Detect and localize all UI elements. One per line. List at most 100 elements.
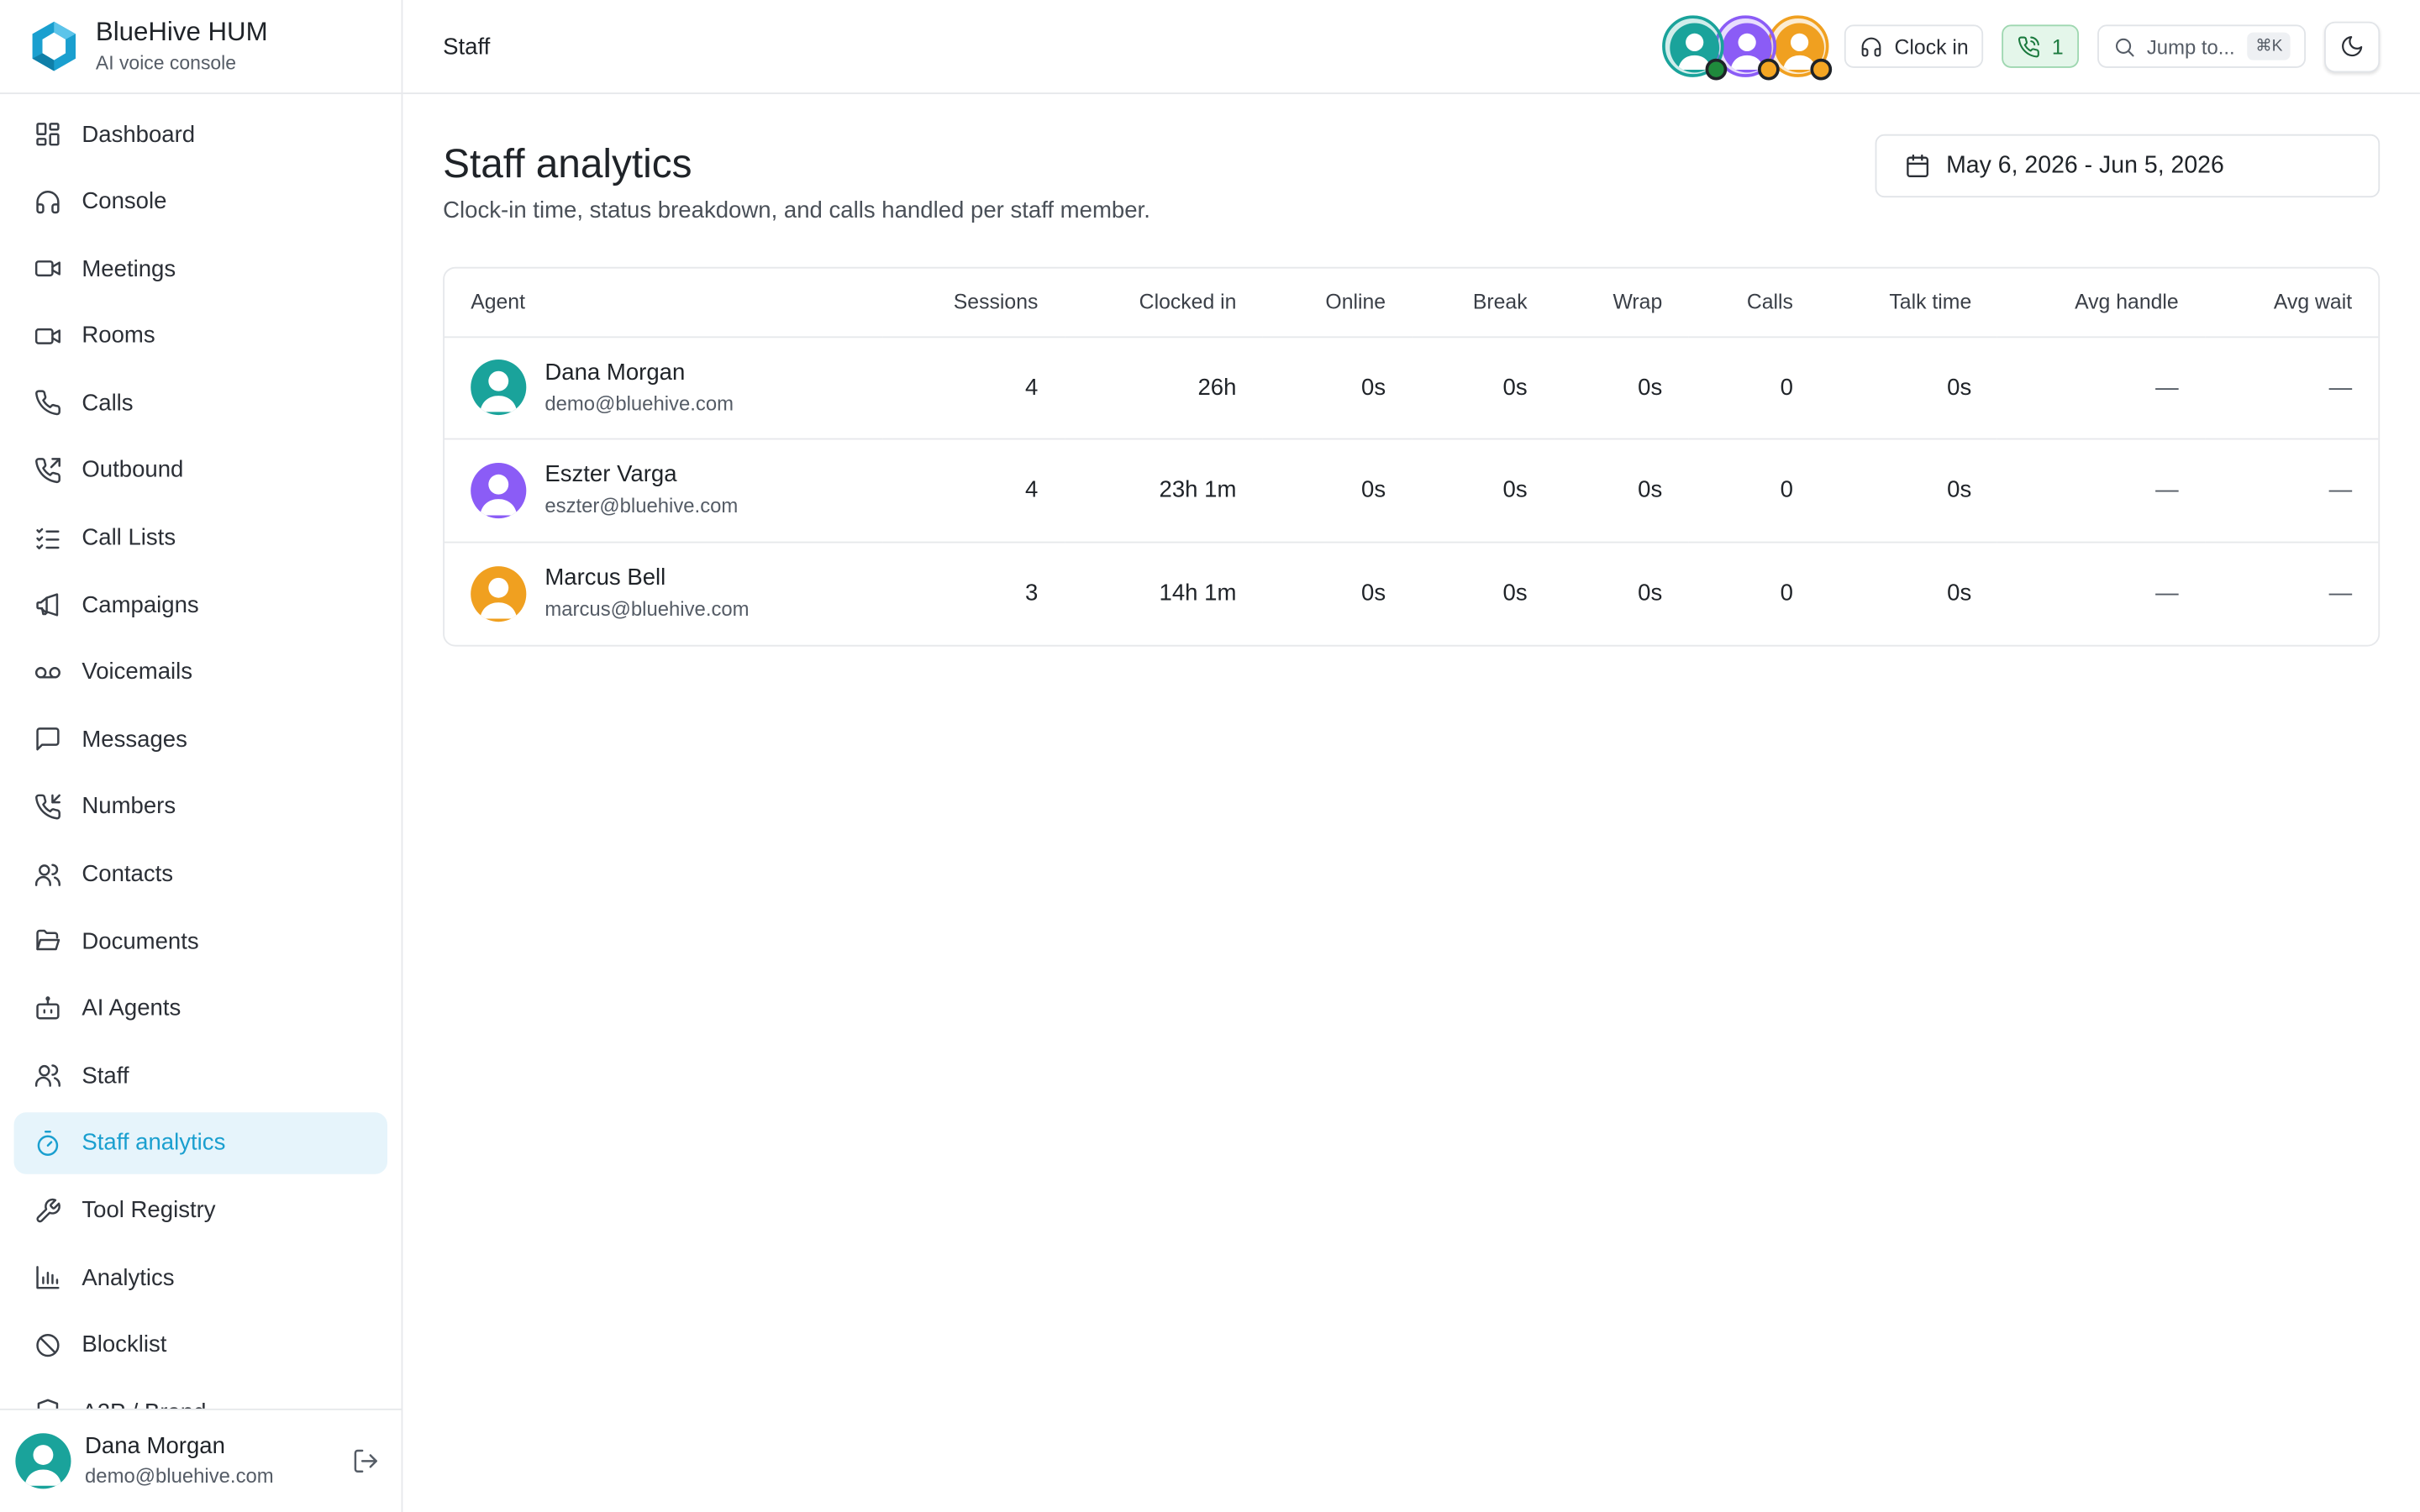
logout-icon[interactable] <box>352 1447 380 1475</box>
sidebar-item-console[interactable]: Console <box>14 171 387 232</box>
sidebar-item-a2p-brand[interactable]: A2P / Brand <box>14 1381 387 1409</box>
cell-online: 0s <box>1360 476 1386 504</box>
sidebar-item-label: Campaigns <box>82 591 199 618</box>
column-header-avg-wait: Avg wait <box>2273 290 2353 314</box>
cell-clocked-in: 14h 1m <box>1159 580 1237 606</box>
cell-wrap: 0s <box>1638 374 1663 402</box>
column-header-talk-time: Talk time <box>1889 290 1972 314</box>
headset-icon <box>1860 34 1884 58</box>
status-dot <box>1811 58 1833 81</box>
agent-cell: Dana Morgan demo@bluehive.com <box>445 336 883 438</box>
jump-to-search[interactable]: Jump to... ⌘K <box>2097 24 2307 68</box>
sidebar-item-campaigns[interactable]: Campaigns <box>14 575 387 636</box>
date-range-picker[interactable]: May 6, 2026 - Jun 5, 2026 <box>1875 134 2381 198</box>
cell-wrap: 0s <box>1638 580 1663 606</box>
cell-avg-wait: — <box>2328 374 2353 402</box>
sidebar-item-label: Numbers <box>82 793 176 821</box>
sidebar-item-label: Rooms <box>82 323 155 349</box>
sidebar-item-numbers[interactable]: Numbers <box>14 776 387 837</box>
presence-avatar[interactable] <box>1662 15 1728 81</box>
sidebar-item-analytics[interactable]: Analytics <box>14 1247 387 1308</box>
sidebar-item-voicemails[interactable]: Voicemails <box>14 642 387 703</box>
cell-clocked-in: 26h <box>1197 374 1237 402</box>
sidebar-item-label: Contacts <box>82 860 174 888</box>
cell-talk-time: 0s <box>1947 476 1972 504</box>
sidebar-item-call-lists[interactable]: Call Lists <box>14 507 387 568</box>
search-shortcut: ⌘K <box>2248 32 2291 60</box>
hexagon-logo-icon <box>28 20 80 72</box>
table-row[interactable]: Eszter Varga eszter@bluehive.com 4 23h 1m 0s… <box>444 439 2379 542</box>
agent-name: Dana Morgan <box>544 359 686 386</box>
cell-avg-handle: — <box>2155 374 2179 402</box>
status-dot <box>1758 58 1781 81</box>
column-header-calls: Calls <box>1746 290 1793 314</box>
agent-email: eszter@bluehive.com <box>544 494 739 517</box>
sidebar-item-label: Outbound <box>82 457 184 484</box>
sidebar-item-blocklist[interactable]: Blocklist <box>14 1314 387 1375</box>
sidebar-item-label: Staff analytics <box>82 1130 226 1157</box>
search-placeholder: Jump to... <box>2146 34 2235 58</box>
staff-analytics-table: Agent Sessions Clocked in Online Break Wrap Ca… <box>443 266 2381 646</box>
column-header-sessions: Sessions <box>953 290 1039 314</box>
sidebar-item-label: Console <box>82 188 167 215</box>
user-footer: Dana Morgan demo@bluehive.com <box>0 1408 402 1512</box>
breadcrumb[interactable]: Staff <box>443 33 490 59</box>
cell-break: 0s <box>1502 580 1528 606</box>
sidebar-item-label: Call Lists <box>82 524 176 551</box>
users-icon <box>34 1062 61 1089</box>
sidebar-item-tool-registry[interactable]: Tool Registry <box>14 1179 387 1241</box>
dashboard-icon <box>34 120 61 148</box>
avatar[interactable] <box>15 1433 71 1489</box>
sidebar-item-staff[interactable]: Staff <box>14 1045 387 1106</box>
current-user-email: demo@bluehive.com <box>85 1464 274 1488</box>
table-row[interactable]: Dana Morgan demo@bluehive.com 4 26h 0s 0s 0s 0 0… <box>444 336 2379 439</box>
cell-break: 0s <box>1502 374 1528 402</box>
sidebar-item-messages[interactable]: Messages <box>14 709 387 770</box>
column-header-agent: Agent <box>471 290 525 314</box>
sidebar-item-documents[interactable]: Documents <box>14 911 387 972</box>
active-calls-button[interactable]: 1 <box>2002 24 2080 68</box>
table-header-row: Agent Sessions Clocked in Online Break Wrap Ca… <box>444 269 2379 337</box>
active-calls-count: 1 <box>2051 34 2064 58</box>
list-checks-icon <box>34 524 61 552</box>
sidebar-item-label: Tool Registry <box>82 1197 216 1224</box>
column-header-online: Online <box>1325 290 1386 314</box>
presence-avatars[interactable] <box>1662 15 1833 81</box>
clock-in-button[interactable]: Clock in <box>1844 24 1985 68</box>
agent-cell: Marcus Bell marcus@bluehive.com <box>445 542 883 644</box>
video-icon <box>34 322 61 349</box>
phone-outgoing-icon <box>34 457 61 485</box>
avatar <box>471 360 527 416</box>
sidebar-nav: Dashboard Console Meetings Rooms Calls Outbou… <box>0 94 402 1409</box>
sidebar-item-outbound[interactable]: Outbound <box>14 439 387 501</box>
video-icon <box>34 255 61 282</box>
sidebar-item-label: AI Agents <box>82 995 182 1022</box>
sidebar-item-rooms[interactable]: Rooms <box>14 305 387 366</box>
table-row[interactable]: Marcus Bell marcus@bluehive.com 3 14h 1m 0s 0… <box>445 542 2378 644</box>
status-dot <box>1706 58 1728 81</box>
sidebar-item-meetings[interactable]: Meetings <box>14 238 387 299</box>
sidebar-item-ai-agents[interactable]: AI Agents <box>14 978 387 1039</box>
column-header-avg-handle: Avg handle <box>2075 290 2179 314</box>
sidebar-item-label: Staff <box>82 1063 129 1089</box>
ban-icon <box>34 1331 61 1358</box>
brand[interactable]: BlueHive HUM AI voice console <box>0 0 402 95</box>
phone-icon <box>34 390 61 417</box>
current-user-name: Dana Morgan <box>85 1433 225 1460</box>
cell-talk-time: 0s <box>1947 374 1972 402</box>
cell-avg-handle: — <box>2155 580 2179 606</box>
sidebar-item-contacts[interactable]: Contacts <box>14 843 387 905</box>
wrench-icon <box>34 1196 61 1224</box>
voicemail-icon <box>34 659 61 686</box>
sidebar-item-staff-analytics[interactable]: Staff analytics <box>13 1112 388 1174</box>
sidebar-item-calls[interactable]: Calls <box>14 372 387 433</box>
headset-icon <box>34 187 61 215</box>
bar-chart-icon <box>34 1263 61 1291</box>
agent-name: Marcus Bell <box>544 564 666 591</box>
timer-icon <box>34 1129 61 1157</box>
cell-break: 0s <box>1502 476 1528 504</box>
sidebar-item-dashboard[interactable]: Dashboard <box>14 103 387 165</box>
theme-toggle-button[interactable] <box>2324 20 2381 72</box>
sidebar-item-label: Voicemails <box>82 659 193 685</box>
topbar: Staff Clock in 1 Jump to... ⌘K <box>402 0 2420 95</box>
